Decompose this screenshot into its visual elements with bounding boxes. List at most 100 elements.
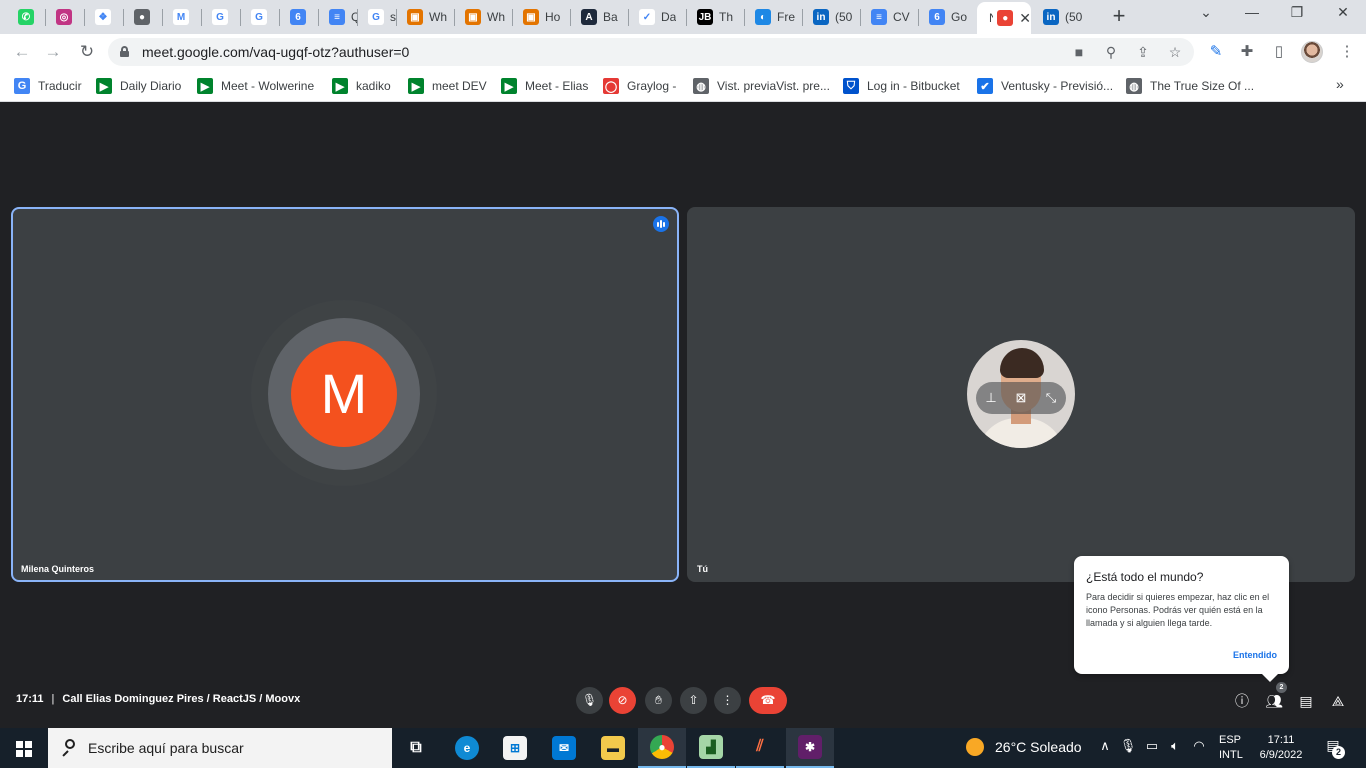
side-panel-icon[interactable]: ▯ [1269, 42, 1289, 62]
browser-tab[interactable]: ≡ CV [861, 2, 919, 32]
back-icon[interactable]: ← [11, 41, 33, 63]
menu-kebab-icon[interactable]: ⋮ [1337, 42, 1357, 62]
bookmark-item[interactable]: ▶ Daily Diario [96, 77, 181, 95]
bookmark-label: Ventusky - Previsió... [1001, 79, 1114, 93]
close-tab-icon[interactable]: ✕ [1019, 10, 1031, 27]
taskbar-explorer[interactable]: ▬ [589, 728, 637, 768]
browser-tab[interactable]: G [202, 2, 241, 32]
tray-expand-icon[interactable]: ∧ [1096, 738, 1114, 754]
meet-icon: ▶ [408, 78, 424, 94]
more-options-button[interactable]: ⋮ [714, 687, 741, 714]
browser-tab[interactable]: ≡Qu [319, 2, 358, 32]
lock-icon[interactable] [120, 46, 129, 57]
bookmark-item[interactable]: ✔ Ventusky - Previsió... [977, 77, 1113, 95]
more-bookmarks-icon[interactable]: » [1336, 76, 1344, 92]
browser-tab[interactable]: ◐ Fre [745, 2, 803, 32]
taskbar-edge[interactable]: e [443, 728, 491, 768]
taskbar-slack[interactable]: ✱ [786, 728, 834, 768]
minimize-window-icon[interactable]: — [1240, 4, 1264, 20]
browser-tab[interactable]: ❖ [85, 2, 124, 32]
browser-tab[interactable]: Gste [358, 2, 397, 32]
browser-tab[interactable]: in (50 [1033, 2, 1091, 32]
bookmark-item[interactable]: ◯ Graylog - [603, 77, 676, 95]
weather-widget[interactable]: 26°C Soleado [966, 738, 1082, 756]
profile-avatar[interactable] [1301, 41, 1323, 63]
chat-icon[interactable]: ▤ [1295, 690, 1317, 712]
clock-date: 6/9/2022 [1259, 749, 1303, 761]
browser-tab[interactable]: ✆ [8, 2, 46, 32]
bookmark-item[interactable]: ▶ meet DEV [408, 77, 487, 95]
activities-icon[interactable]: ⟁ [1327, 690, 1349, 712]
share-icon[interactable]: ⇪ [1134, 43, 1152, 61]
raise-hand-button[interactable]: ✋︎ [645, 687, 672, 714]
task-view-button[interactable]: ⧉ [392, 728, 440, 768]
browser-tab[interactable]: 6 Go [919, 2, 977, 32]
striped-app-icon: ⫽ [748, 735, 772, 759]
browser-tab[interactable]: G [241, 2, 280, 32]
camera-off-button[interactable]: ⊘ [609, 687, 636, 714]
browser-tab[interactable]: ▣ Wh [455, 2, 513, 32]
extensions-puzzle-icon[interactable]: ✚ [1237, 42, 1257, 62]
browser-tab[interactable]: ◎ [46, 2, 85, 32]
end-call-button[interactable]: ☎︎ [749, 687, 787, 714]
notifications-button[interactable]: ▤ 2 [1322, 737, 1345, 759]
taskbar-app-sublime[interactable]: ⫽ [736, 728, 784, 768]
mail-icon: ✉ [552, 736, 576, 760]
browser-tab[interactable]: ▣ Ho [513, 2, 571, 32]
participant-tile-self[interactable]: ⊥ ⊠ ⤡ Tú [687, 207, 1355, 582]
frame-icon[interactable]: ⊠ [1011, 388, 1031, 408]
mic-button[interactable]: 🎙︎ [576, 687, 603, 714]
bookmark-item[interactable]: ⛉ Log in - Bitbucket [843, 77, 960, 95]
people-icon[interactable]: 👥︎ [1263, 690, 1285, 712]
browser-tab[interactable]: M [163, 2, 202, 32]
taskbar-clock[interactable]: 17:11 6/9/2022 [1258, 733, 1304, 763]
bookmark-item[interactable]: ◍ Vist. previaVist. pre... [693, 77, 830, 95]
reload-icon[interactable]: ↻ [76, 41, 98, 63]
extension-pen-icon[interactable]: ✎ [1206, 42, 1226, 62]
browser-tab[interactable]: ✓ Da [629, 2, 687, 32]
language-indicator[interactable]: ESP INTL [1219, 733, 1243, 763]
browser-tab[interactable]: JB Th [687, 2, 745, 32]
tab-title: Ho [545, 10, 561, 24]
minimize-icon[interactable]: ⤡ [1041, 388, 1061, 408]
bookmark-star-icon[interactable]: ☆ [1166, 43, 1184, 61]
bookmark-item[interactable]: ▶ kadiko [332, 77, 391, 95]
docs-icon: ≡ [871, 9, 887, 25]
taskbar-mail[interactable]: ✉ [540, 728, 588, 768]
tab-title: (50 [835, 10, 853, 24]
restore-window-icon[interactable]: ❐ [1285, 4, 1309, 21]
taskbar-store[interactable]: ⊞ [491, 728, 539, 768]
new-tab-button[interactable]: + [1108, 5, 1130, 27]
wifi-icon[interactable]: ◠ [1190, 738, 1208, 754]
taskbar-app-chart[interactable]: ▟ [687, 728, 735, 768]
bookmark-item[interactable]: ▶ Meet - Wolwerine [197, 77, 314, 95]
camera-icon[interactable]: ■ [1070, 43, 1088, 61]
taskbar-search[interactable]: Escribe aquí para buscar [48, 728, 392, 768]
taskbar-chrome[interactable]: ● [638, 728, 686, 768]
url-text[interactable]: meet.google.com/vaq-ugqf-otz?authuser=0 [142, 44, 409, 60]
address-bar[interactable]: meet.google.com/vaq-ugqf-otz?authuser=0 … [108, 38, 1194, 66]
zoom-icon[interactable]: ⚲ [1102, 43, 1120, 61]
popup-dismiss-button[interactable]: Entendido [1233, 650, 1277, 660]
pin-icon[interactable]: ⊥ [981, 388, 1001, 408]
participant-tile-milena[interactable]: M Milena Quinteros [11, 207, 679, 582]
browser-tab[interactable]: ● [124, 2, 163, 32]
bookmark-item[interactable]: G Traducir [14, 77, 82, 95]
start-button[interactable] [0, 728, 48, 768]
browser-tab[interactable]: in (50 [803, 2, 861, 32]
browser-tab[interactable]: N ● ✕ [977, 2, 1031, 34]
forward-icon[interactable]: → [42, 41, 64, 63]
bookmark-item[interactable]: ▶ Meet - Elias [501, 77, 588, 95]
volume-icon[interactable]: 🔈︎ [1166, 738, 1184, 754]
microphone-tray-icon[interactable]: 🎙︎ [1119, 738, 1137, 754]
browser-tab[interactable]: 6 [280, 2, 319, 32]
battery-icon[interactable]: ▭ [1143, 738, 1161, 754]
browser-tab[interactable]: A Ba [571, 2, 629, 32]
close-window-icon[interactable]: ✕ [1331, 4, 1355, 21]
chevron-down-icon[interactable]: ⌄ [1194, 4, 1218, 21]
meeting-details-icon[interactable]: ⓘ [1231, 690, 1253, 712]
browser-tab[interactable]: ▣ Wh [397, 2, 455, 32]
people-count-badge: 2 [1276, 682, 1287, 693]
bookmark-item[interactable]: ◍ The True Size Of ... [1126, 77, 1254, 95]
present-screen-button[interactable]: ⇧ [680, 687, 707, 714]
